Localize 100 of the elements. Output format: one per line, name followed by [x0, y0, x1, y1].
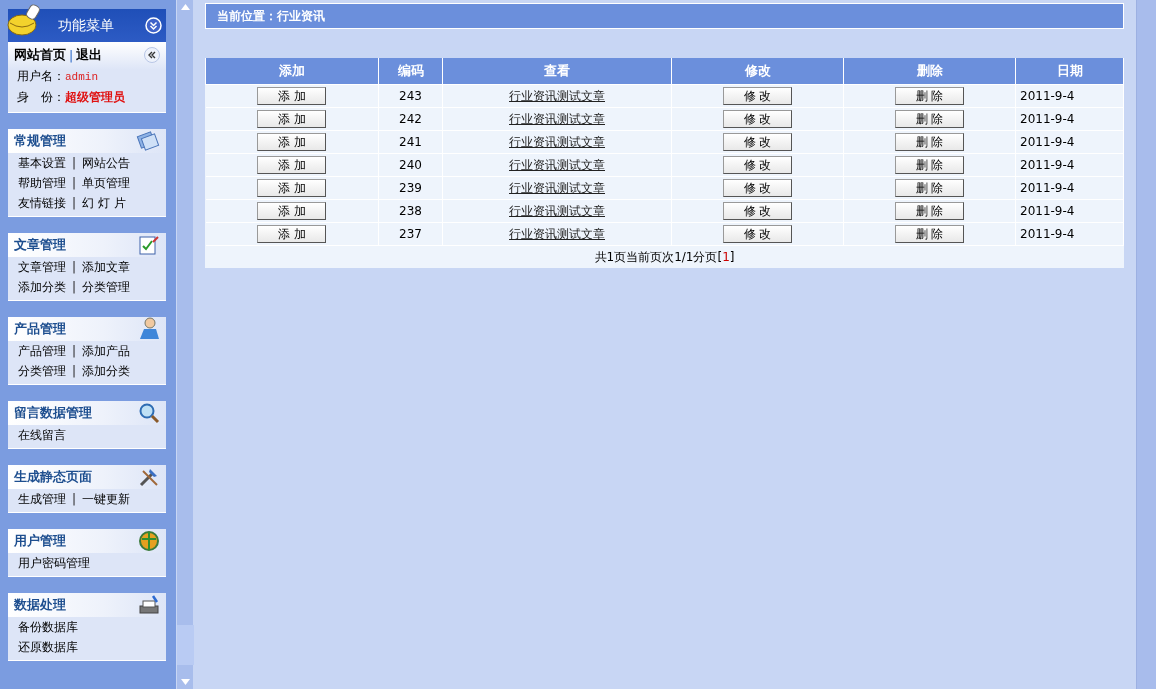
menu-link[interactable]: 文章管理 [18, 258, 66, 276]
menu-link[interactable]: 生成管理 [18, 490, 66, 508]
menu-link[interactable]: 网站公告 [82, 154, 131, 172]
scroll-down-icon[interactable] [180, 679, 190, 685]
pagination-text: ] [729, 249, 735, 264]
id-cell: 239 [378, 176, 443, 200]
breadcrumb-text: 当前位置：行业资讯 [217, 7, 325, 25]
search-icon [138, 402, 160, 424]
menu-link[interactable]: 分类管理 [82, 278, 131, 296]
scroll-thumb[interactable] [176, 625, 194, 665]
add-button[interactable]: 添 加 [257, 202, 327, 220]
article-link[interactable]: 行业资讯测试文章 [509, 157, 605, 172]
article-link[interactable]: 行业资讯测试文章 [509, 226, 605, 241]
menu-link[interactable]: 添加分类 [18, 278, 66, 296]
nav-link[interactable]: 退出 [76, 46, 103, 64]
article-link[interactable]: 行业资讯测试文章 [509, 88, 605, 103]
page-link[interactable]: 1 [722, 249, 730, 264]
edit-button[interactable]: 修 改 [723, 133, 792, 151]
separator: | [72, 344, 77, 358]
menu-link[interactable]: 单页管理 [82, 174, 131, 192]
edit-button[interactable]: 修 改 [723, 110, 792, 128]
add-button[interactable]: 添 加 [257, 179, 327, 197]
section-title: 生成静态页面 [14, 468, 92, 486]
date-cell: 2011-9-4 [1015, 222, 1124, 246]
separator: | [72, 176, 77, 190]
id-cell: 243 [378, 84, 443, 108]
field-label: 用户名： [17, 68, 65, 85]
separator: | [69, 47, 74, 63]
scrollbar[interactable] [1136, 0, 1156, 689]
field-value: admin [65, 70, 98, 83]
column-header: 添加 [205, 58, 379, 85]
menu-link[interactable]: 在线留言 [18, 426, 66, 444]
section-title: 用户管理 [14, 532, 66, 550]
edit-button[interactable]: 修 改 [723, 179, 792, 197]
collapse-icon[interactable] [145, 17, 162, 34]
menu-link[interactable]: 帮助管理 [18, 174, 66, 192]
add-button[interactable]: 添 加 [257, 110, 327, 128]
menu-link[interactable]: 一键更新 [82, 490, 131, 508]
date-cell: 2011-9-4 [1015, 130, 1124, 154]
field-value: 超级管理员 [65, 89, 125, 106]
section-title: 数据处理 [14, 596, 66, 614]
documents-icon [136, 131, 160, 151]
nav-link[interactable]: 网站首页 [14, 46, 66, 64]
add-button[interactable]: 添 加 [257, 87, 327, 105]
separator: | [72, 364, 77, 378]
article-link[interactable]: 行业资讯测试文章 [509, 203, 605, 218]
date-cell: 2011-9-4 [1015, 107, 1124, 131]
scroll-up-icon[interactable] [180, 4, 190, 10]
separator: | [72, 156, 77, 170]
delete-button[interactable]: 删 除 [895, 202, 964, 220]
delete-button[interactable]: 删 除 [895, 110, 964, 128]
tools-icon [138, 466, 160, 488]
column-header: 编码 [378, 58, 443, 85]
section-title: 文章管理 [14, 236, 66, 254]
person-icon [138, 317, 160, 341]
id-cell: 237 [378, 222, 443, 246]
menu-link[interactable]: 添加文章 [82, 258, 131, 276]
delete-button[interactable]: 删 除 [895, 225, 964, 243]
printer-icon [138, 594, 160, 616]
edit-button[interactable]: 修 改 [723, 225, 792, 243]
column-header: 删除 [843, 58, 1016, 85]
separator: | [72, 260, 77, 274]
id-cell: 238 [378, 199, 443, 223]
menu-title: 功能菜单 [58, 16, 114, 35]
section-title: 留言数据管理 [14, 404, 92, 422]
edit-button[interactable]: 修 改 [723, 156, 792, 174]
menu-link[interactable]: 还原数据库 [18, 638, 78, 656]
menu-link[interactable]: 友情链接 [18, 194, 66, 212]
column-header: 修改 [671, 58, 844, 85]
menu-link[interactable]: 添加分类 [82, 362, 131, 380]
menu-link[interactable]: 用户密码管理 [18, 554, 90, 572]
double-chevron-left-icon[interactable] [144, 47, 160, 63]
date-cell: 2011-9-4 [1015, 153, 1124, 177]
menu-link[interactable]: 备份数据库 [18, 618, 78, 636]
scrollbar[interactable] [176, 0, 193, 689]
column-header: 日期 [1015, 58, 1124, 85]
article-link[interactable]: 行业资讯测试文章 [509, 111, 605, 126]
add-button[interactable]: 添 加 [257, 225, 327, 243]
article-link[interactable]: 行业资讯测试文章 [509, 134, 605, 149]
globe-icon [138, 530, 160, 552]
column-header: 查看 [442, 58, 672, 85]
delete-button[interactable]: 删 除 [895, 87, 964, 105]
menu-link[interactable]: 基本设置 [18, 154, 66, 172]
edit-button[interactable]: 修 改 [723, 202, 792, 220]
delete-button[interactable]: 删 除 [895, 133, 964, 151]
date-cell: 2011-9-4 [1015, 84, 1124, 108]
article-link[interactable]: 行业资讯测试文章 [509, 180, 605, 195]
separator: | [72, 492, 77, 506]
menu-link[interactable]: 产品管理 [18, 342, 66, 360]
id-cell: 241 [378, 130, 443, 154]
menu-link[interactable]: 分类管理 [18, 362, 66, 380]
menu-link[interactable]: 添加产品 [82, 342, 131, 360]
delete-button[interactable]: 删 除 [895, 156, 964, 174]
menu-link[interactable]: 幻 灯 片 [82, 194, 126, 212]
edit-button[interactable]: 修 改 [723, 87, 792, 105]
add-button[interactable]: 添 加 [257, 133, 327, 151]
add-button[interactable]: 添 加 [257, 156, 327, 174]
id-cell: 242 [378, 107, 443, 131]
delete-button[interactable]: 删 除 [895, 179, 964, 197]
section-title: 常规管理 [14, 132, 66, 150]
